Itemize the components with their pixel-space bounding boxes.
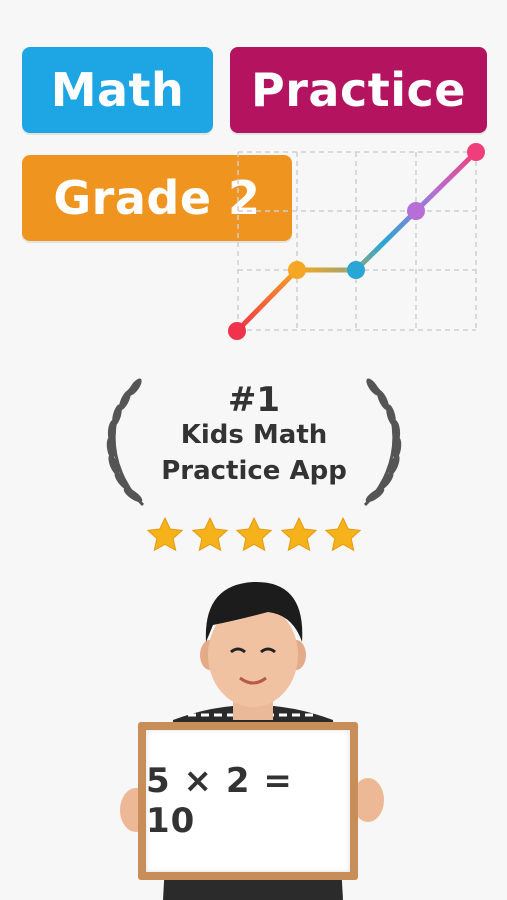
star-icon (324, 516, 362, 552)
award-badge: #1 Kids Math Practice App (95, 370, 413, 520)
star-icon (146, 516, 184, 552)
whiteboard-frame: 5 × 2 = 10 (138, 722, 358, 880)
equation-text: 5 × 2 = 10 (146, 761, 293, 841)
award-line-1: Kids Math (180, 420, 328, 450)
whiteboard: 5 × 2 = 10 (146, 730, 350, 872)
practice-title-pill: Practice (230, 47, 487, 133)
math-title-text: Math (50, 63, 185, 117)
practice-title-text: Practice (251, 63, 466, 117)
star-icon (191, 516, 228, 552)
star-icon (280, 516, 317, 552)
star-icon (235, 516, 273, 552)
progress-graph-illustration (228, 143, 485, 340)
award-line-2: Practice App (161, 456, 347, 486)
star-rating (145, 515, 363, 557)
math-title-pill: Math (22, 47, 213, 133)
award-rank-text: #1 (227, 380, 281, 420)
